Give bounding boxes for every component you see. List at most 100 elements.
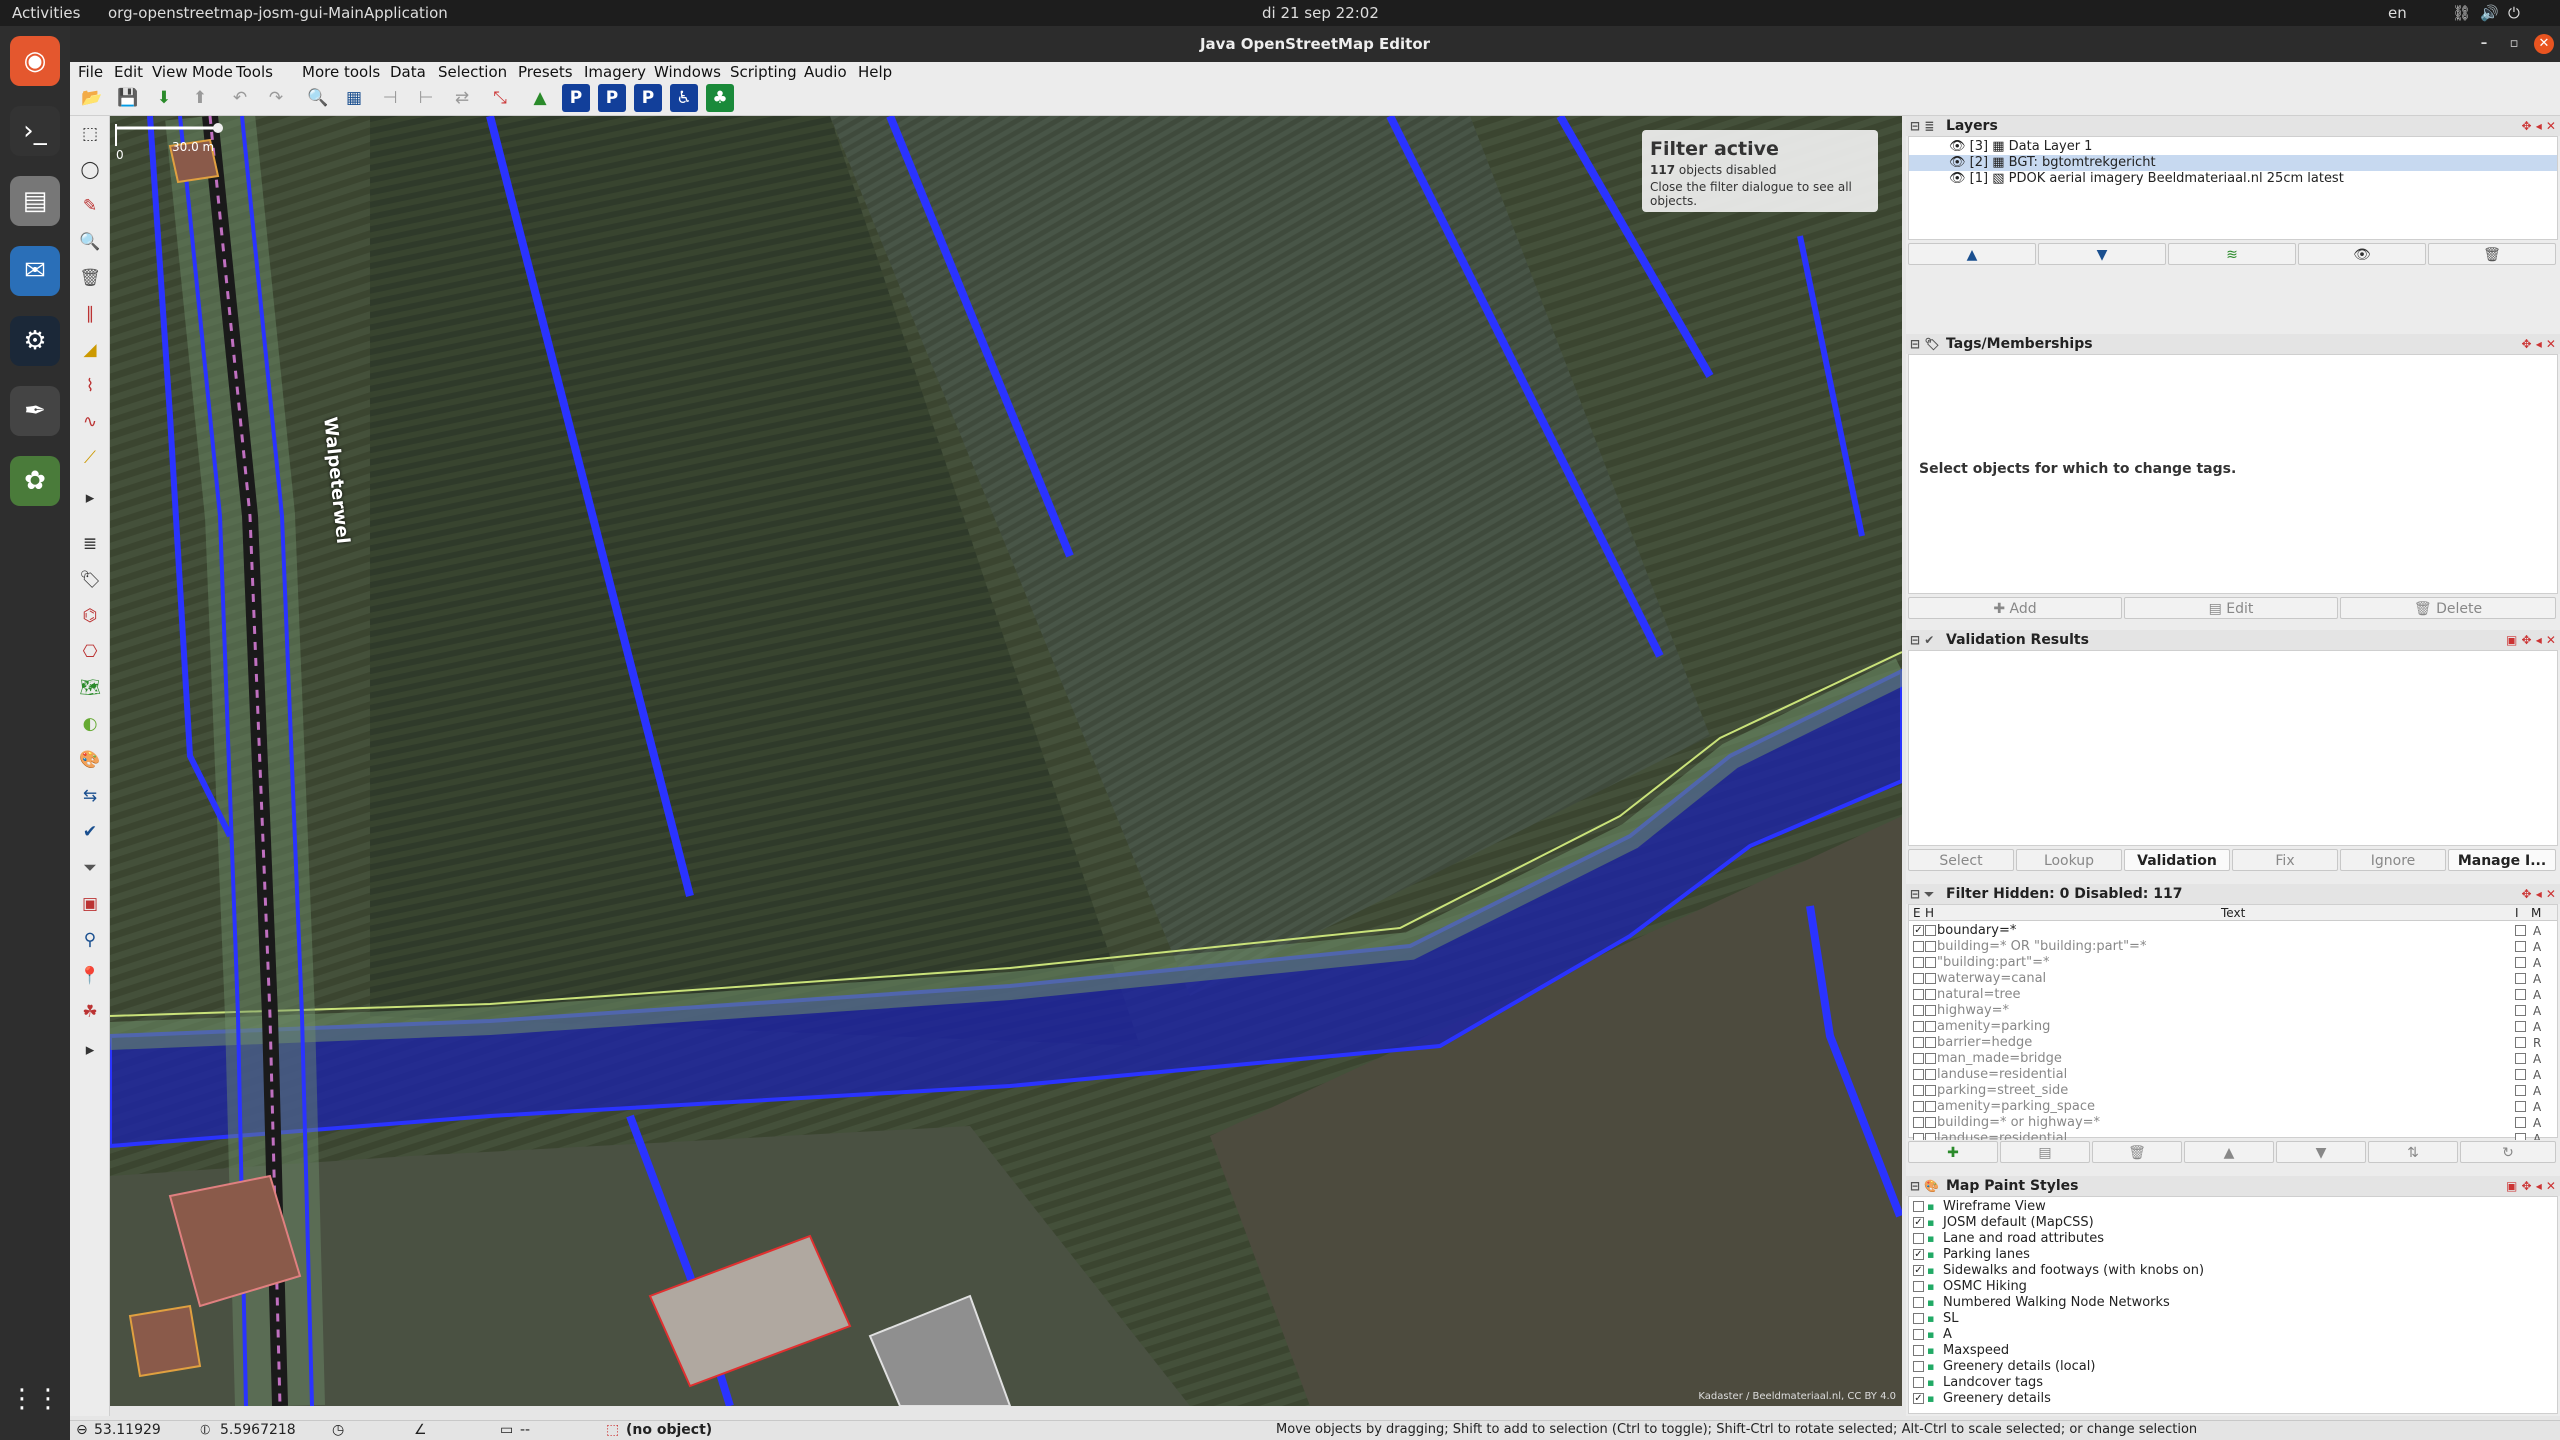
validation-run-button[interactable]: Validation [2124,849,2230,871]
filter-row-text[interactable]: building=* OR "building:part"=* [1937,939,2146,955]
style-active-checkbox[interactable] [1913,1361,1924,1372]
filter-enabled-checkbox[interactable] [1913,1117,1924,1128]
filter-hidden-checkbox[interactable] [1925,1021,1936,1032]
filter-enabled-checkbox[interactable] [1913,973,1924,984]
menu-file[interactable]: File [78,63,103,81]
filter-row-text[interactable]: waterway=canal [1937,971,2046,987]
menu-view[interactable]: View [152,63,188,81]
filter-enabled-checkbox[interactable] [1913,941,1924,952]
filter-enabled-checkbox[interactable] [1913,1053,1924,1064]
filter-row-text[interactable]: man_made=bridge [1937,1051,2062,1067]
filter-row-text[interactable]: amenity=parking_space [1937,1099,2095,1115]
extrude-icon[interactable]: ⌇ [76,372,104,400]
panel-controls-icon[interactable]: ✥ ◂ ✕ [2522,116,2557,136]
style-row-name[interactable]: Maxspeed [1943,1343,2009,1359]
filter-hidden-checkbox[interactable] [1925,1037,1936,1048]
filter-hidden-checkbox[interactable] [1925,1053,1936,1064]
delete-tool-icon[interactable]: 🗑 [76,264,104,292]
filter-inverted-checkbox[interactable] [2515,1069,2526,1080]
menu-more-tools[interactable]: More tools [302,63,380,81]
author-icon[interactable]: ☘ [76,998,104,1026]
thunderbird-icon[interactable]: ✉ [10,246,60,296]
wheelchair-icon[interactable]: ♿ [670,84,698,112]
layer-row-selected[interactable]: 👁 [2] ▦ BGT: bgtomtrekgericht [1909,155,2557,171]
filter-row-text[interactable]: building=* or highway=* [1937,1115,2100,1131]
filter-row-text[interactable]: natural=tree [1937,987,2021,1003]
clock[interactable]: di 21 sep 22:02 [1262,4,1379,22]
zoom-tool-icon[interactable]: 🔍 [76,228,104,256]
close-icon[interactable]: ✕ [2534,34,2554,54]
filter-enabled-checkbox[interactable] [1913,1005,1924,1016]
combine-way-icon[interactable]: ⊢ [412,84,440,112]
style-active-checkbox[interactable] [1913,1313,1924,1324]
panel-controls-icon[interactable]: ✥ ◂ ✕ [2522,884,2557,904]
location-icon[interactable]: 📍 [76,962,104,990]
download-icon[interactable]: ⬇ [150,84,178,112]
menu-audio[interactable]: Audio [804,63,847,81]
validation-results-list[interactable] [1908,650,2558,846]
menu-help[interactable]: Help [858,63,892,81]
undo-icon[interactable]: ↶ [226,84,254,112]
style-active-checkbox[interactable] [1913,1281,1924,1292]
layers-panel-header[interactable]: ⊟ ≣ Layers ✥ ◂ ✕ [1906,116,2560,136]
reverse-way-icon[interactable]: ⇄ [448,84,476,112]
visibility-icon[interactable]: 👁 [2298,243,2426,265]
history-icon[interactable]: ⇆ [76,782,104,810]
tags-toggle-icon[interactable]: 🏷 [76,566,104,594]
merge-layer-icon[interactable]: ≋ [2168,243,2296,265]
lasso-icon[interactable]: ◯ [76,156,104,184]
parking-space-preset-icon[interactable]: P [634,84,662,112]
menu-selection[interactable]: Selection [438,63,507,81]
filter-enabled-checkbox[interactable] [1913,1037,1924,1048]
style-active-checkbox[interactable] [1913,1201,1924,1212]
menu-imagery[interactable]: Imagery [584,63,646,81]
style-row-name[interactable]: Greenery details [1943,1391,2051,1407]
parallel-tool-icon[interactable]: ∥ [76,300,104,328]
col-text[interactable]: Text [2221,905,2245,921]
style-active-checkbox[interactable] [1913,1377,1924,1388]
style-active-checkbox[interactable] [1913,1233,1924,1244]
filter-hidden-checkbox[interactable] [1925,1005,1936,1016]
filter-row-text[interactable]: "building:part"=* [1937,955,2049,971]
filter-enabled-checkbox[interactable] [1913,1101,1924,1112]
imagery-icon[interactable]: ▲ [526,84,554,112]
collapse-icon[interactable]: ⊟ 🎨 [1910,1176,1939,1196]
maximize-icon[interactable]: ▫ [2504,34,2524,54]
edit-tag-button[interactable]: ▤ Edit [2124,597,2338,619]
style-row-name[interactable]: Landcover tags [1943,1375,2043,1391]
map-view[interactable]: 30.0 m 0 Walpeterwel Filter active 117 o… [110,116,1902,1406]
style-active-checkbox[interactable] [1913,1345,1924,1356]
language-indicator[interactable]: en [2388,4,2407,22]
imagery-attribution[interactable]: Kadaster / Beeldmateriaal.nl, CC BY 4.0 [1698,1391,1896,1402]
activities-button[interactable]: Activities [12,4,80,22]
menu-windows[interactable]: Windows [654,63,721,81]
collapse-icon[interactable]: ⊟ ⏷ [1910,884,1934,904]
map-icon[interactable]: 🗺 [76,674,104,702]
relation-icon[interactable]: ⌬ [76,602,104,630]
style-active-checkbox[interactable]: ✓ [1913,1249,1924,1260]
inkscape-icon[interactable]: ✒ [10,386,60,436]
volume-icon[interactable]: 🔊 [2480,4,2499,22]
style-active-checkbox[interactable]: ✓ [1913,1217,1924,1228]
filter-inverted-checkbox[interactable] [2515,1053,2526,1064]
filter-hidden-checkbox[interactable] [1925,1085,1936,1096]
style-row-name[interactable]: JOSM default (MapCSS) [1943,1215,2094,1231]
style-active-checkbox[interactable] [1913,1329,1924,1340]
style-row-name[interactable]: SL [1943,1311,1959,1327]
move-up-icon[interactable]: ▲ [1908,243,2036,265]
filter-row-text[interactable]: landuse=residential [1937,1067,2067,1083]
minimize-icon[interactable]: – [2474,34,2494,54]
collapse-icon[interactable]: ⊟ 🏷 [1910,334,1939,354]
filter-panel-header[interactable]: ⊟ ⏷ Filter Hidden: 0 Disabled: 117 ✥ ◂ ✕ [1906,884,2560,904]
validation-icon[interactable]: ✔ [76,818,104,846]
filter-inverted-checkbox[interactable] [2515,925,2526,936]
split-way-icon[interactable]: ⊣ [376,84,404,112]
filter-inverted-checkbox[interactable] [2515,1085,2526,1096]
filter-enabled-checkbox[interactable] [1913,1085,1924,1096]
validation-fix-button[interactable]: Fix [2232,849,2338,871]
filter-enabled-checkbox[interactable] [1913,957,1924,968]
menu-data[interactable]: Data [390,63,426,81]
draw-way-icon[interactable]: ∿ [76,408,104,436]
josm-icon[interactable]: ✿ [10,456,60,506]
delete-tag-button[interactable]: 🗑 Delete [2340,597,2556,619]
